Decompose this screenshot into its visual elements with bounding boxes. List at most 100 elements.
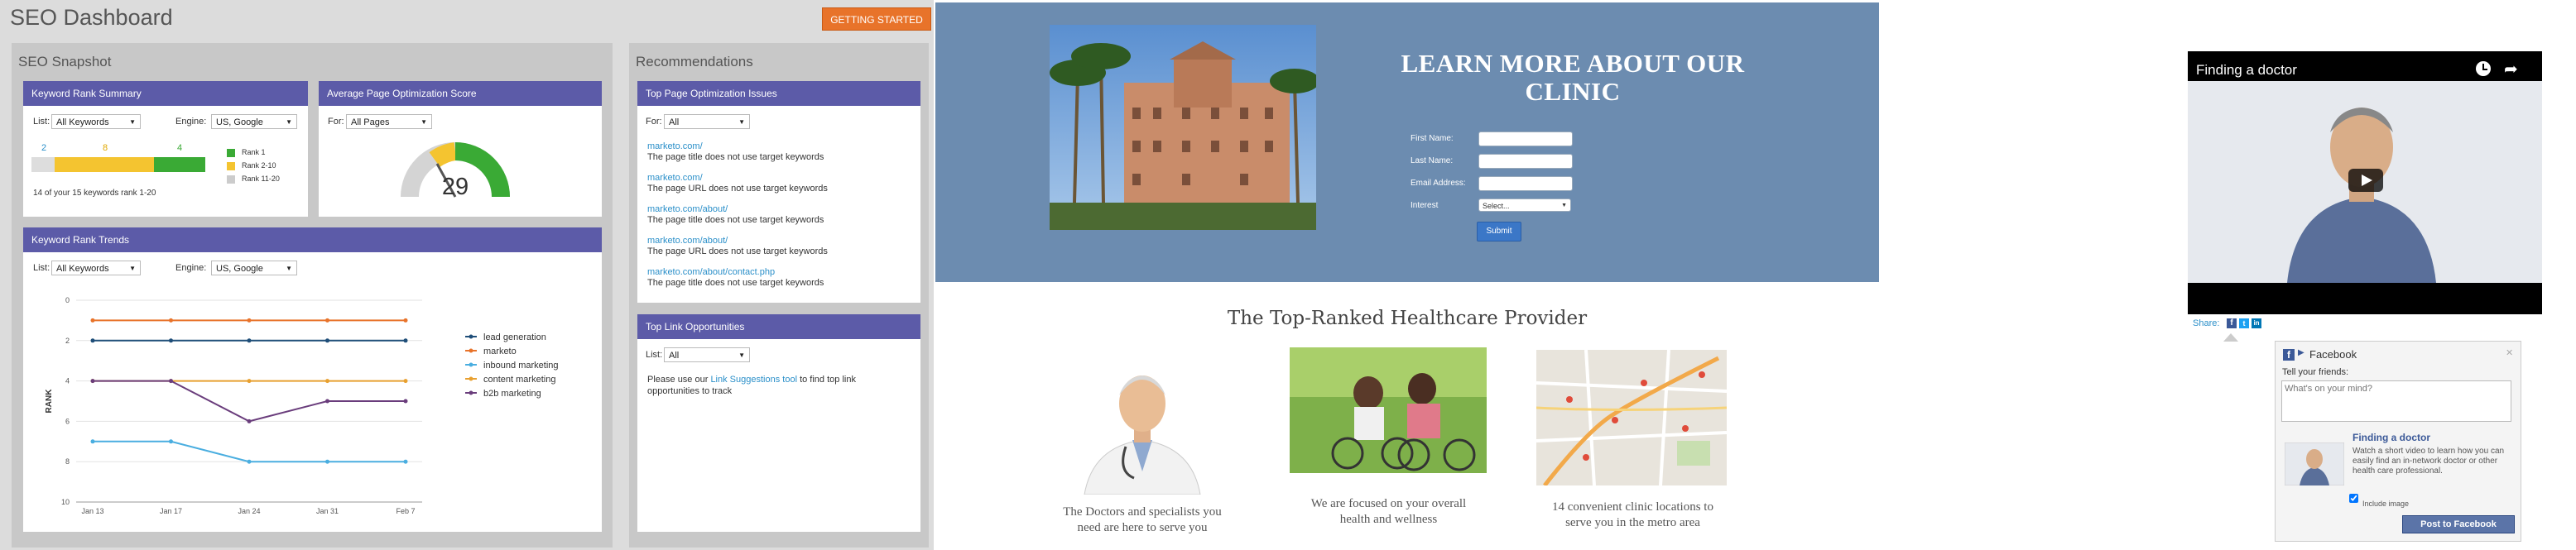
issue-url-link[interactable]: marketo.com/about/ [647,204,912,215]
seo-snapshot-title: SEO Snapshot [18,54,112,69]
facebook-icon[interactable]: f [2227,318,2237,328]
chevron-down-icon: ▼ [286,265,292,272]
issue-url-link[interactable]: marketo.com/about/contact.php [647,267,912,278]
legend-item: Rank 2-10 [227,160,280,174]
legend-swatch [227,175,235,184]
issue-message: The page URL does not use target keyword… [647,184,828,194]
couple-biking-image [1290,347,1487,473]
y-tick-label: 4 [65,377,70,385]
include-image-checkbox[interactable] [2349,494,2358,503]
first-name-input[interactable] [1478,132,1573,146]
first-name-label: First Name: [1411,134,1454,143]
page-title: SEO Dashboard [10,5,173,30]
gauge-yellow [429,142,457,168]
y-tick-label: 2 [65,337,70,345]
list-select[interactable]: All Keywords ▼ [51,261,141,275]
last-name-input[interactable] [1478,154,1573,169]
include-image-label: Include image [2362,500,2410,508]
series-line [93,380,406,423]
issue-message: The page title does not use target keywo… [647,152,824,162]
list-select[interactable]: All Keywords ▼ [51,114,141,129]
data-point [90,338,95,343]
link-title[interactable]: Finding a doctor [2353,432,2430,443]
for-select[interactable]: All Pages ▼ [346,114,432,129]
data-point [169,439,173,444]
x-tick-label: Feb 7 [396,507,415,515]
clinic-locations-map-image [1536,350,1727,485]
data-point [247,379,252,384]
data-point [169,338,173,343]
legend-marker [469,348,473,353]
email-label: Email Address: [1411,179,1466,188]
share-arrow-icon[interactable]: ➦ [2504,59,2518,79]
issue-url-link[interactable]: marketo.com/ [647,173,912,184]
issue-url-link[interactable]: marketo.com/ [647,141,912,152]
data-point [403,338,408,343]
issue-message: The page title does not use target keywo… [647,278,824,288]
list-item: marketo.com/The page URL does not use ta… [647,173,912,204]
video-player[interactable] [2188,51,2542,314]
close-icon[interactable]: ✕ [2506,347,2513,358]
issue-message: The page URL does not use target keyword… [647,246,828,256]
list-select[interactable]: All ▼ [664,347,750,362]
rank-bar-2-10 [55,157,154,172]
data-point [90,318,95,323]
facebook-brand: Facebook [2309,348,2357,361]
chevron-down-icon: ▼ [129,118,136,126]
chevron-down-icon: ▼ [129,265,136,272]
linkedin-icon[interactable]: in [2252,318,2261,328]
card-header: Keyword Rank Summary [23,81,308,106]
y-tick-label: 10 [61,498,70,506]
legend-marker [469,334,473,339]
data-point [325,338,329,343]
clock-icon[interactable] [2476,61,2491,76]
data-point [325,459,329,464]
clinic-building-image [1050,25,1316,230]
play-button[interactable] [2348,169,2383,192]
interest-label: Interest [1411,201,1439,210]
list-label: List: [646,350,663,360]
link-description: Watch a short video to learn how you can… [2353,447,2505,476]
issue-url-link[interactable]: marketo.com/about/ [647,236,912,246]
chevron-down-icon: ▼ [421,118,427,126]
section-heading: The Top-Ranked Healthcare Provider [1227,308,1588,329]
legend-item: Rank 1 [227,147,280,160]
link-suggestions-link[interactable]: Link Suggestions tool [710,375,797,385]
clinic-hero-title: LEARN MORE ABOUT OUR CLINIC [1401,49,1745,106]
rank-bar-1 [154,157,205,172]
interest-select[interactable]: Select... ▼ [1478,198,1571,212]
engine-select[interactable]: US, Google ▼ [211,261,297,275]
last-name-label: Last Name: [1411,156,1454,165]
y-tick-label: 8 [65,457,70,466]
data-point [403,459,408,464]
popup-pointer [2223,333,2238,342]
issue-message: The page title does not use target keywo… [647,215,824,225]
chevron-down-icon: ▼ [738,352,745,359]
share-label: Share: [2193,318,2220,328]
list-item: marketo.com/The page title does not use … [647,141,912,173]
for-label: For: [646,117,662,127]
facebook-logo-icon: f [2283,349,2295,361]
data-point [403,379,408,384]
video-title: Finding a doctor [2196,62,2297,78]
list-label: List: [33,263,50,273]
post-to-facebook-button[interactable]: Post to Facebook [2402,515,2515,533]
rank2-count: 8 [103,143,108,153]
card-header: Average Page Optimization Score [319,81,602,106]
for-select[interactable]: All ▼ [664,114,750,129]
collapse-arrow-icon[interactable]: ▶ [2298,348,2304,357]
status-textarea[interactable] [2281,380,2511,422]
engine-label: Engine: [175,263,207,273]
submit-button[interactable]: Submit [1477,222,1521,242]
data-point [169,379,173,384]
engine-select[interactable]: US, Google ▼ [211,114,297,129]
twitter-icon[interactable]: t [2239,318,2249,328]
clock-hand [2482,69,2487,70]
x-tick-label: Jan 31 [316,507,339,515]
legend-label: marketo [483,347,517,356]
getting-started-button[interactable]: GETTING STARTED [822,7,931,31]
email-input[interactable] [1478,176,1573,191]
legend-marker [469,390,473,395]
data-point [169,318,173,323]
legend-item: Rank 11-20 [227,174,280,187]
